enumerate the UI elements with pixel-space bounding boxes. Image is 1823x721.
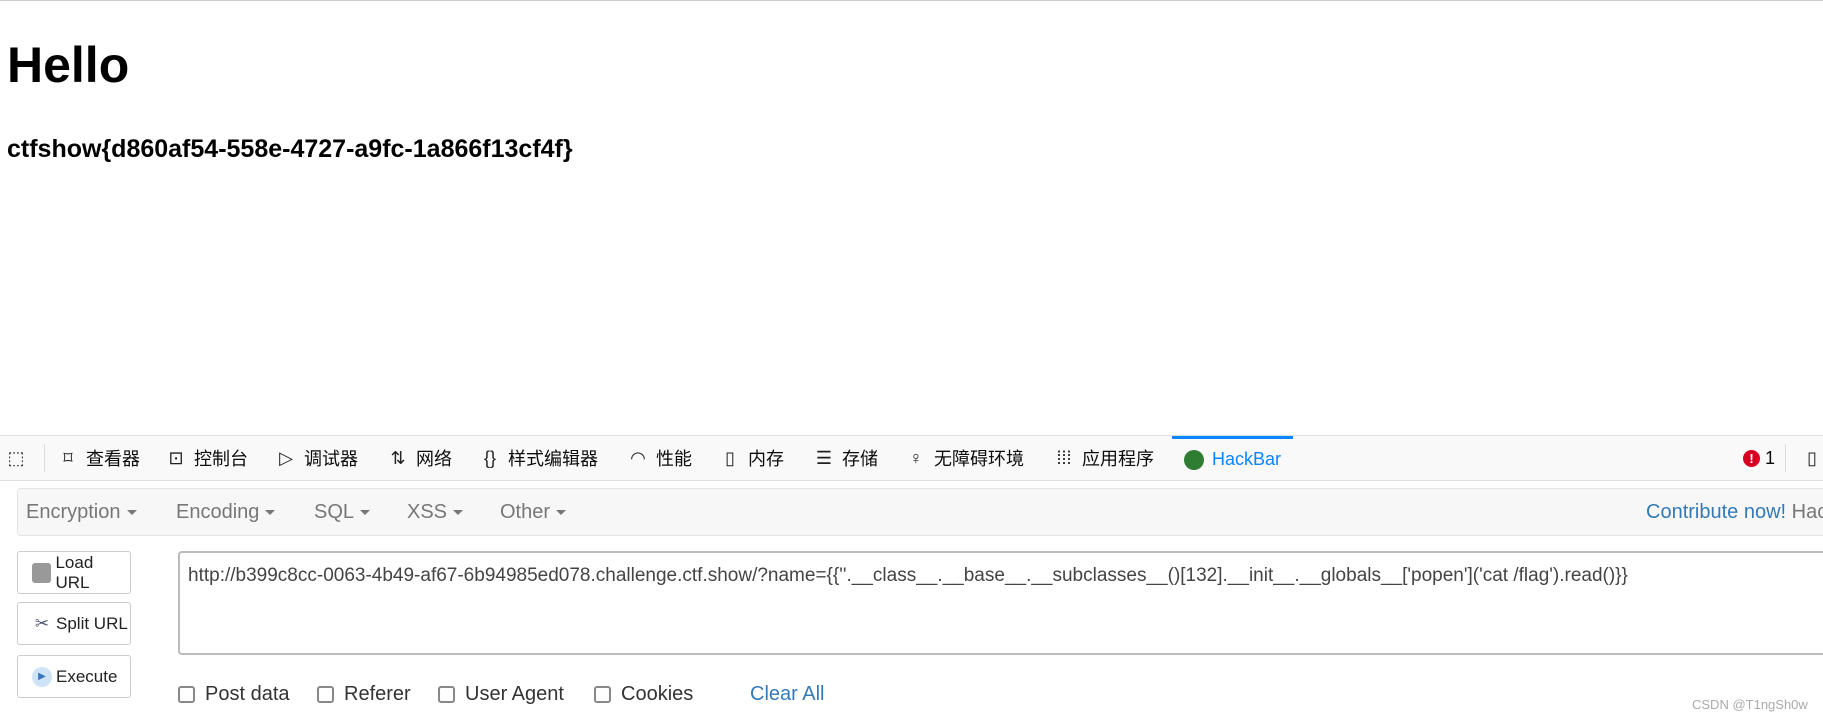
menu-sql[interactable]: SQL — [314, 489, 371, 535]
error-icon: ! — [1743, 449, 1760, 467]
tab-label: 无障碍环境 — [934, 449, 1024, 469]
checkbox-icon — [594, 686, 611, 703]
menu-label: Other — [500, 501, 551, 523]
split-url-button[interactable]: ✂ Split URL — [17, 602, 131, 645]
checkbox-icon — [178, 686, 195, 703]
play-icon: ▶ — [32, 666, 52, 687]
responsive-mode-button[interactable]: ▯ — [1802, 436, 1823, 480]
page-heading: Hello — [7, 37, 130, 93]
checkbox-icon — [317, 686, 334, 703]
checkbox-label: User Agent — [465, 683, 564, 705]
load-url-icon — [32, 562, 52, 583]
picker-icon: ⬚ — [7, 448, 25, 468]
caret-down-icon — [265, 510, 276, 516]
tab-label: 网络 — [416, 449, 452, 469]
inspector-icon: ⌑ — [63, 448, 73, 468]
checkbox-icon — [438, 686, 455, 703]
tab-application[interactable]: ⁞⁞⁞ 应用程序 — [1054, 436, 1154, 480]
divider — [44, 444, 45, 472]
element-picker-button[interactable]: ⬚ — [6, 436, 34, 480]
watermark: CSDN @T1ngSh0w — [1692, 697, 1808, 712]
checkbox-label: Cookies — [621, 683, 694, 705]
tab-performance[interactable]: ◠ 性能 — [628, 436, 692, 480]
tab-label: 控制台 — [194, 449, 248, 469]
tab-debugger[interactable]: ▷ 调试器 — [276, 436, 358, 480]
tab-label: 应用程序 — [1082, 449, 1154, 469]
contribute-label: Contribute now! — [1646, 501, 1787, 523]
button-label: Split URL — [56, 613, 128, 633]
performance-icon: ◠ — [630, 448, 646, 468]
caret-down-icon — [556, 510, 567, 516]
clear-all-link[interactable]: Clear All — [750, 683, 824, 706]
tab-label: 性能 — [656, 449, 692, 469]
tab-inspector[interactable]: ⌑ 查看器 — [58, 436, 140, 480]
menu-other[interactable]: Other — [500, 489, 567, 535]
tab-accessibility[interactable]: ♀ 无障碍环境 — [906, 436, 1024, 480]
error-count-label: 1 — [1765, 447, 1776, 468]
tab-console[interactable]: ⊡ 控制台 — [166, 436, 248, 480]
application-icon: ⁞⁞⁞ — [1056, 448, 1072, 468]
devtools-toolbar: ⬚ ⌑ 查看器 ⊡ 控制台 ▷ 调试器 ⇅ 网络 {} 样式编辑器 ◠ 性能 ▯ 内存 ☰ 存储… — [0, 435, 1823, 481]
tab-storage[interactable]: ☰ 存储 — [814, 436, 878, 480]
memory-icon: ▯ — [725, 448, 735, 468]
hackbar-brand: Hack — [1791, 501, 1823, 523]
load-url-button[interactable]: Load URL — [17, 551, 131, 594]
scissors-icon: ✂ — [34, 613, 50, 633]
debugger-icon: ▷ — [279, 448, 293, 468]
tab-label: 内存 — [748, 449, 784, 469]
checkbox-label: Referer — [344, 683, 411, 705]
accessibility-icon: ♀ — [909, 448, 923, 468]
responsive-icon: ▯ — [1807, 448, 1817, 468]
tab-label: HackBar — [1212, 449, 1282, 469]
menu-encoding[interactable]: Encoding — [176, 489, 276, 535]
top-border — [0, 0, 1823, 1]
url-textarea[interactable]: http://b399c8cc-0063-4b49-af67-6b94985ed… — [178, 551, 1823, 655]
tab-label: 调试器 — [304, 449, 358, 469]
caret-down-icon — [126, 510, 137, 516]
tab-hackbar[interactable]: HackBar — [1172, 436, 1294, 480]
cookies-checkbox[interactable]: Cookies — [594, 683, 693, 706]
caret-down-icon — [453, 510, 464, 516]
menu-label: SQL — [314, 501, 355, 523]
menu-label: Encoding — [176, 501, 260, 523]
error-count[interactable]: ! 1 — [1743, 436, 1775, 480]
network-icon: ⇅ — [390, 448, 406, 468]
flag-text: ctfshow{d860af54-558e-4727-a9fc-1a866f13… — [7, 135, 573, 163]
referer-checkbox[interactable]: Referer — [317, 683, 411, 706]
storage-icon: ☰ — [815, 448, 833, 468]
caret-down-icon — [360, 510, 371, 516]
execute-button[interactable]: ▶ Execute — [17, 655, 131, 698]
post-data-checkbox[interactable]: Post data — [178, 683, 290, 706]
checkbox-label: Post data — [205, 683, 290, 705]
hackbar-icon — [1184, 449, 1204, 470]
console-icon: ⊡ — [168, 448, 184, 468]
user-agent-checkbox[interactable]: User Agent — [438, 683, 564, 706]
button-label: Load URL — [55, 552, 94, 592]
style-editor-icon: {} — [483, 448, 497, 468]
menu-xss[interactable]: XSS — [407, 489, 464, 535]
hackbar-menubar: Encryption Encoding SQL XSS Other Contri… — [17, 488, 1823, 536]
tab-network[interactable]: ⇅ 网络 — [388, 436, 452, 480]
menu-label: XSS — [407, 501, 448, 523]
tab-label: 查看器 — [86, 449, 140, 469]
divider — [1785, 444, 1786, 472]
tab-style-editor[interactable]: {} 样式编辑器 — [480, 436, 598, 480]
tab-memory[interactable]: ▯ 内存 — [720, 436, 784, 480]
button-label: Execute — [56, 666, 118, 686]
menu-encryption[interactable]: Encryption — [26, 489, 137, 535]
tab-label: 存储 — [842, 449, 878, 469]
contribute-link[interactable]: Contribute now! Hack — [1646, 489, 1823, 535]
menu-label: Encryption — [26, 501, 121, 523]
tab-label: 样式编辑器 — [508, 449, 598, 469]
